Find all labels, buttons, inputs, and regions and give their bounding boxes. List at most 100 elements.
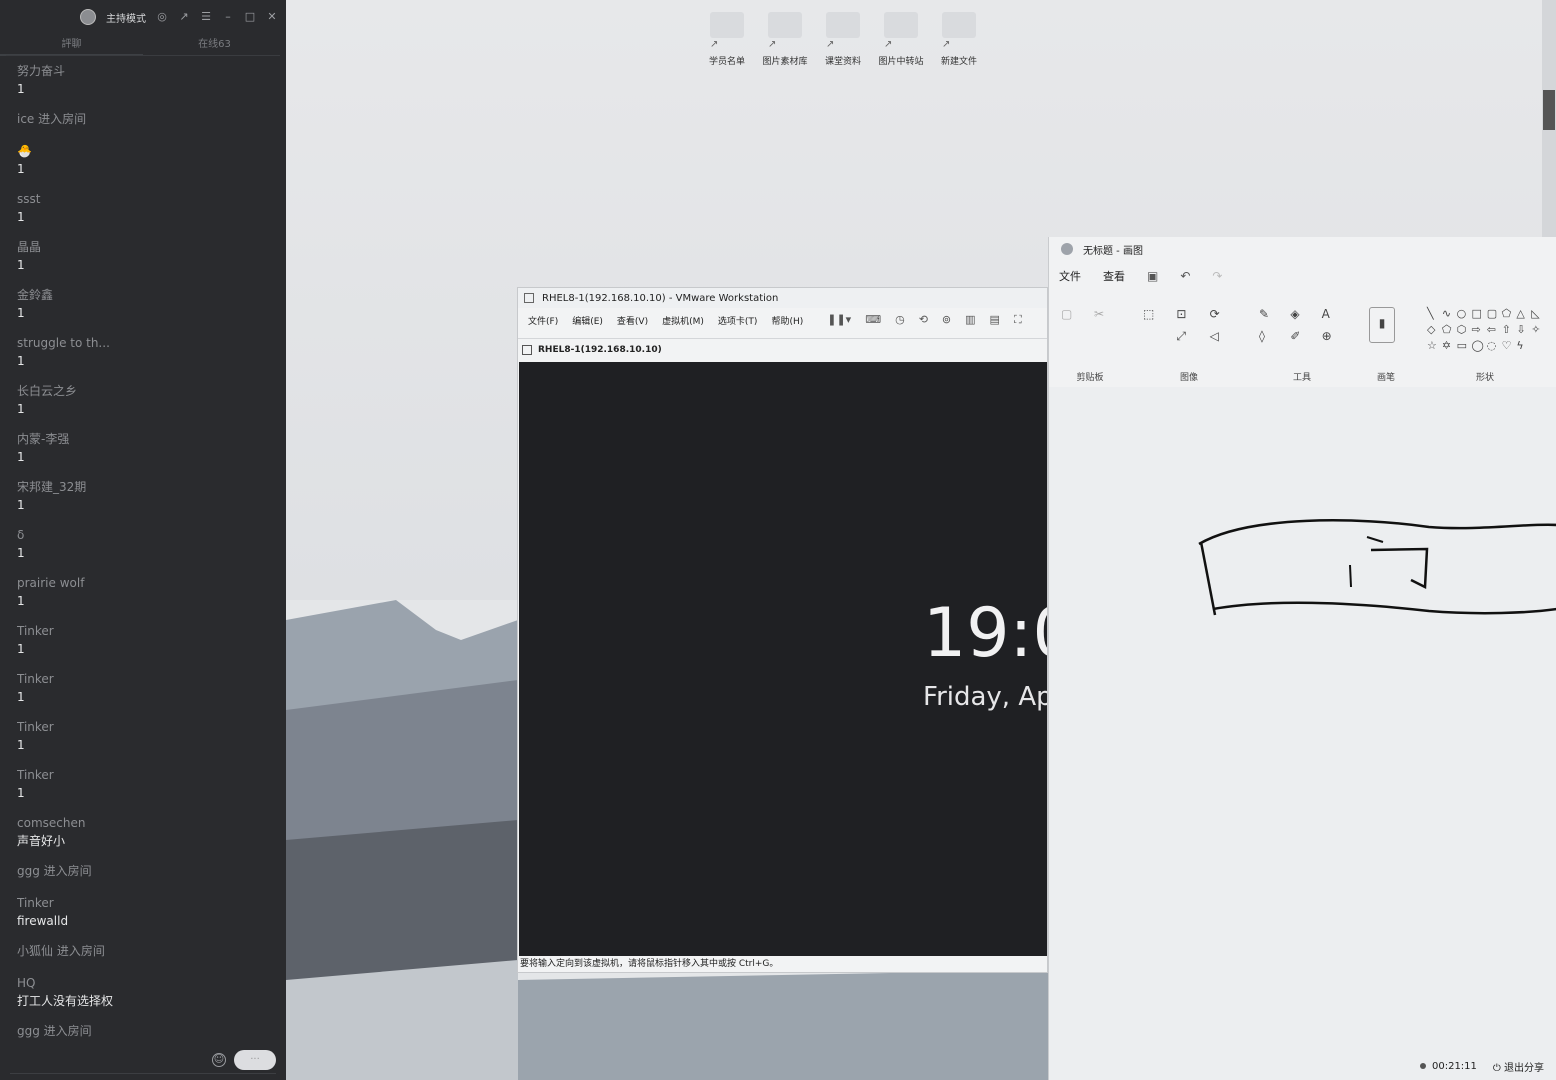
four-star-shape-icon[interactable]: ✧	[1531, 323, 1543, 336]
emoji-icon[interactable]: ☺	[212, 1052, 226, 1067]
fullscreen-icon[interactable]: ⛶	[1014, 313, 1022, 327]
sidebar-toggle-icon[interactable]: ▥	[965, 313, 975, 327]
desktop-shortcut[interactable]: 学员名单	[704, 12, 750, 67]
callout-oval-shape-icon[interactable]: ◯	[1471, 339, 1483, 352]
curve-shape-icon[interactable]: ∿	[1442, 307, 1454, 320]
paint-menu-file[interactable]: 文件	[1059, 268, 1081, 284]
fill-icon[interactable]: ◈	[1290, 307, 1313, 321]
vmware-titlebar[interactable]: RHEL8-1(192.168.10.10) - VMware Workstat…	[518, 288, 1047, 308]
pause-icon[interactable]: ❚❚▾	[827, 313, 851, 327]
share-controls: 00:21:11 ⏻ 退出分享	[1419, 1059, 1544, 1074]
chat-tabs: 評聊 在线63	[0, 34, 286, 56]
up-arrow-shape-icon[interactable]: ⇧	[1502, 323, 1514, 336]
five-star-shape-icon[interactable]: ☆	[1427, 339, 1439, 352]
line-shape-icon[interactable]: ╲	[1427, 307, 1439, 320]
message-text: 1	[17, 786, 25, 800]
vm-screen[interactable]: 19:0 Friday, Ap	[519, 362, 1047, 958]
exit-share-button[interactable]: ⏻ 退出分享	[1493, 1059, 1544, 1074]
recording-dot-icon	[1419, 1063, 1426, 1069]
message-text: 1	[17, 450, 25, 464]
paint-menubar: 文件 查看 ▣ ↶ ↷	[1049, 261, 1556, 291]
six-star-shape-icon[interactable]: ✡	[1442, 339, 1454, 352]
flip-icon[interactable]: ◁	[1210, 329, 1235, 344]
lockscreen-clock: 19:0	[923, 594, 1047, 673]
desktop-shortcut[interactable]: 新建文件	[936, 12, 982, 67]
settings-icon[interactable]: ◎	[156, 11, 168, 23]
tab-online[interactable]: 在线63	[143, 34, 286, 56]
callout-cloud-shape-icon[interactable]: ◌	[1487, 339, 1499, 352]
vmware-statusbar: 要将输入定向到该虚拟机，请将鼠标指针移入其中或按 Ctrl+G。	[518, 956, 1047, 972]
chat-input-bar[interactable]: ☺ ···	[10, 1046, 276, 1074]
vm-tab[interactable]: RHEL8-1(192.168.10.10)	[518, 338, 1047, 360]
rectangle-shape-icon[interactable]: □	[1471, 307, 1483, 320]
minimize-icon[interactable]: –	[222, 11, 234, 23]
down-arrow-shape-icon[interactable]: ⇩	[1516, 323, 1528, 336]
oval-shape-icon[interactable]: ○	[1457, 307, 1469, 320]
message-text: 1	[17, 594, 25, 608]
message-text: 1	[17, 690, 25, 704]
paint-menu-view[interactable]: 查看	[1103, 268, 1125, 284]
crop-icon[interactable]: ⊡	[1176, 307, 1201, 321]
text-icon[interactable]: A	[1322, 307, 1345, 321]
right-triangle-shape-icon[interactable]: ◺	[1531, 307, 1543, 320]
message-sender: 内蒙-李强	[17, 432, 70, 446]
undo-icon[interactable]: ↶	[1180, 269, 1190, 283]
rotate-icon[interactable]: ⟳	[1210, 307, 1235, 321]
popout-icon[interactable]: ↗	[178, 11, 190, 23]
cut-icon[interactable]: ✂	[1094, 307, 1119, 321]
snapshot-manager-icon[interactable]: ⊚	[942, 313, 951, 327]
desktop-shortcuts: 学员名单 图片素材库 课堂资料 图片中转站 新建文件	[704, 12, 982, 67]
heart-shape-icon[interactable]: ♡	[1502, 339, 1514, 352]
menu-vm[interactable]: 虚拟机(M)	[662, 314, 704, 327]
paste-icon[interactable]: ▢	[1061, 307, 1086, 321]
canvas-drawing	[1198, 519, 1556, 616]
chat-message: HQ 打工人没有选择权	[17, 974, 286, 1022]
tab-chat[interactable]: 評聊	[0, 34, 143, 56]
menu-icon[interactable]: ☰	[200, 11, 212, 23]
triangle-shape-icon[interactable]: △	[1516, 307, 1528, 320]
chat-message: δ1	[17, 526, 286, 574]
right-arrow-shape-icon[interactable]: ⇨	[1471, 323, 1483, 336]
menu-view[interactable]: 查看(V)	[617, 314, 648, 327]
menu-help[interactable]: 帮助(H)	[771, 314, 803, 327]
magnifier-icon[interactable]: ⊕	[1322, 329, 1345, 343]
menu-tabs[interactable]: 选项卡(T)	[718, 314, 758, 327]
group-label-shapes: 形状	[1475, 373, 1494, 383]
message-sender: 努力奋斗	[17, 64, 66, 78]
select-icon[interactable]: ⬚	[1143, 307, 1168, 321]
message-sender: 小狐仙 进入房间	[17, 944, 105, 958]
chat-message: 努力奋斗 1	[17, 62, 286, 110]
resize-icon[interactable]: ⤢	[1176, 329, 1201, 344]
lightning-shape-icon[interactable]: ϟ	[1516, 339, 1528, 352]
console-view-icon[interactable]: ▤	[990, 313, 1000, 327]
pencil-icon[interactable]: ✎	[1259, 307, 1282, 321]
callout-rect-shape-icon[interactable]: ▭	[1457, 339, 1469, 352]
send-button[interactable]: ···	[234, 1049, 276, 1070]
diamond-shape-icon[interactable]: ◇	[1427, 323, 1439, 336]
snapshot-icon[interactable]: ◷	[895, 313, 905, 327]
pentagon-shape-icon[interactable]: ⬠	[1442, 323, 1454, 336]
paint-titlebar[interactable]: 无标题 - 画图	[1049, 237, 1556, 261]
desktop-shortcut[interactable]: 课堂资料	[820, 12, 866, 67]
close-icon[interactable]: ✕	[266, 11, 278, 23]
message-sender: Tinker	[17, 720, 54, 734]
chat-message: 🐣 1	[17, 142, 286, 190]
revert-snapshot-icon[interactable]: ⟲	[919, 313, 928, 327]
redo-icon[interactable]: ↷	[1212, 269, 1222, 283]
menu-edit[interactable]: 编辑(E)	[572, 314, 603, 327]
scrollbar-thumb[interactable]	[1543, 90, 1555, 130]
brush-icon[interactable]: ▮	[1369, 307, 1395, 343]
hexagon-shape-icon[interactable]: ⬡	[1457, 323, 1469, 336]
polygon-shape-icon[interactable]: ⬠	[1502, 307, 1514, 320]
send-keys-icon[interactable]: ⌨	[865, 313, 881, 327]
color-picker-icon[interactable]: ✐	[1290, 329, 1313, 343]
paint-canvas[interactable]: 00:21:11 ⏻ 退出分享	[1049, 387, 1556, 1080]
rounded-rect-shape-icon[interactable]: ▢	[1487, 307, 1499, 320]
save-icon[interactable]: ▣	[1147, 269, 1158, 283]
menu-file[interactable]: 文件(F)	[528, 314, 558, 327]
desktop-shortcut[interactable]: 图片素材库	[762, 12, 808, 67]
left-arrow-shape-icon[interactable]: ⇦	[1487, 323, 1499, 336]
desktop-shortcut[interactable]: 图片中转站	[878, 12, 924, 67]
maximize-icon[interactable]: □	[244, 11, 256, 23]
eraser-icon[interactable]: ◊	[1259, 329, 1282, 343]
